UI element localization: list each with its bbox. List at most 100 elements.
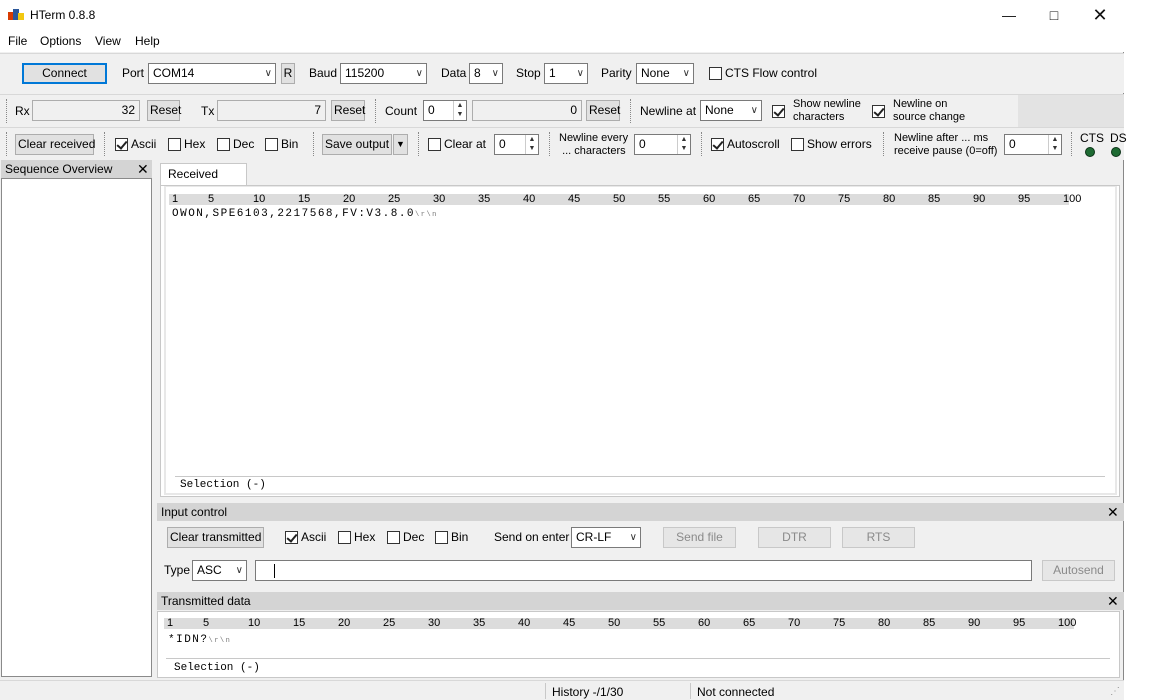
close-window-icon[interactable]: ✕ <box>1077 0 1123 30</box>
toolbar-grip[interactable] <box>418 132 421 156</box>
bin-checkbox[interactable] <box>265 138 278 151</box>
ruler-tick-label: 90 <box>968 617 981 629</box>
save-output-dropdown-icon[interactable]: ▼ <box>393 134 408 155</box>
clear-at-spinner[interactable]: 0 ▲ ▼ <box>494 134 539 155</box>
ruler-tick-label: 80 <box>883 193 896 205</box>
toolbar-grip[interactable] <box>6 99 9 123</box>
transmitted-line-text: *IDN? <box>168 634 209 646</box>
type-select[interactable]: ASC ∨ <box>192 560 247 581</box>
stop-bits-select[interactable]: 1 ∨ <box>544 63 588 84</box>
newline-every-spinner[interactable]: 0 ▲ ▼ <box>634 134 691 155</box>
toolbar-grip[interactable] <box>375 99 378 123</box>
show-errors-checkbox[interactable] <box>791 138 804 151</box>
transmitted-selection: Selection (-) <box>174 662 260 674</box>
rx-reset-button[interactable]: Reset <box>147 100 181 121</box>
toolbar-empty-area <box>1018 95 1124 127</box>
autosend-button[interactable]: Autosend <box>1042 560 1115 581</box>
connect-button[interactable]: Connect <box>22 63 107 84</box>
parity-value: None <box>641 66 670 80</box>
newline-after-spinner[interactable]: 0 ▲ ▼ <box>1004 134 1062 155</box>
tx-bin-label: Bin <box>451 530 469 544</box>
received-data-area[interactable]: 1 5 10 15 20 25 30 35 40 45 50 55 60 65 70 75 80 85 90 95 10… <box>160 185 1120 497</box>
data-bits-select[interactable]: 8 ∨ <box>469 63 503 84</box>
menu-view[interactable]: View <box>95 34 121 48</box>
tx-dec-checkbox[interactable] <box>387 531 400 544</box>
menu-help[interactable]: Help <box>135 34 160 48</box>
title-bar: HTerm 0.8.8 — □ ✕ <box>0 0 1124 30</box>
close-sequence-icon[interactable]: ✕ <box>137 162 149 176</box>
count-spinner[interactable]: 0 ▲ ▼ <box>423 100 467 121</box>
tx-ascii-checkbox[interactable] <box>285 531 298 544</box>
received-line[interactable]: OWON,SPE6103,2217568,FV:V3.8.0\r\n <box>172 208 438 220</box>
chevron-down-icon: ∨ <box>264 68 272 79</box>
close-transmitted-icon[interactable]: ✕ <box>1107 594 1119 608</box>
tx-reset-button[interactable]: Reset <box>331 100 365 121</box>
send-input-field[interactable] <box>255 560 1032 581</box>
newline-source-label-line1: Newline on <box>893 98 948 110</box>
received-line-text: OWON,SPE6103,2217568,FV:V3.8.0 <box>172 208 416 220</box>
show-newline-checkbox[interactable] <box>772 105 785 118</box>
tx-hex-checkbox[interactable] <box>338 531 351 544</box>
display-toolbar: Clear received Ascii Hex Dec Bin Save ou… <box>0 127 1127 160</box>
tx-hex-label: Hex <box>354 530 376 544</box>
tx-bin-checkbox[interactable] <box>435 531 448 544</box>
hex-checkbox[interactable] <box>168 138 181 151</box>
ruler-tick-label: 45 <box>568 193 581 205</box>
dec-checkbox[interactable] <box>217 138 230 151</box>
cts-flow-checkbox[interactable] <box>709 67 722 80</box>
spinner-arrows-icon[interactable]: ▲ ▼ <box>453 101 466 120</box>
ruler-tick-label: 95 <box>1018 193 1031 205</box>
newline-every-value: 0 <box>639 137 646 151</box>
minimize-icon[interactable]: — <box>986 0 1032 30</box>
resize-grip-icon[interactable]: ⋰ <box>1110 686 1120 697</box>
show-newline-label-line1: Show newline <box>793 98 861 110</box>
ruler-tick-label: 85 <box>923 617 936 629</box>
dsr-status-led-icon <box>1111 147 1121 157</box>
toolbar-grip[interactable] <box>104 132 107 156</box>
newline-at-select[interactable]: None ∨ <box>700 100 762 121</box>
toolbar-grip[interactable] <box>549 132 552 156</box>
refresh-ports-button[interactable]: R <box>281 63 295 84</box>
toolbar-grip[interactable] <box>883 132 886 156</box>
ascii-checkbox[interactable] <box>115 138 128 151</box>
toolbar-grip[interactable] <box>1071 132 1074 156</box>
toolbar-grip[interactable] <box>313 132 316 156</box>
spinner-arrows-icon[interactable]: ▲ ▼ <box>1048 135 1061 154</box>
toolbar-grip[interactable] <box>6 132 9 156</box>
baud-select[interactable]: 115200 ∨ <box>340 63 427 84</box>
ruler-tick-label: 65 <box>748 193 761 205</box>
ruler-tick-label: 60 <box>698 617 711 629</box>
toolbar-grip[interactable] <box>701 132 704 156</box>
transmitted-line-end: \r\n <box>208 637 232 645</box>
sequence-list[interactable] <box>1 178 152 677</box>
clear-at-checkbox[interactable] <box>428 138 441 151</box>
transmitted-line[interactable]: *IDN?\r\n <box>168 634 231 646</box>
clear-received-button[interactable]: Clear received <box>15 134 95 155</box>
port-label: Port <box>122 66 145 80</box>
transmitted-data-area[interactable]: 1 5 10 15 20 25 30 35 40 45 50 55 60 65 70 75 80 85 90 95 10… <box>157 611 1120 678</box>
clear-at-value: 0 <box>499 137 506 151</box>
menu-file[interactable]: File <box>8 34 27 48</box>
port-select[interactable]: COM14 ∨ <box>148 63 276 84</box>
close-input-control-icon[interactable]: ✕ <box>1107 505 1119 519</box>
clear-transmitted-button[interactable]: Clear transmitted <box>167 527 264 548</box>
parity-select[interactable]: None ∨ <box>636 63 694 84</box>
newline-source-checkbox[interactable] <box>872 105 885 118</box>
ruler-tick-label: 85 <box>928 193 941 205</box>
tab-received-data[interactable]: Received Data <box>160 163 247 202</box>
received-line-end: \r\n <box>415 211 438 219</box>
send-file-button[interactable]: Send file <box>663 527 736 548</box>
autoscroll-checkbox[interactable] <box>711 138 724 151</box>
save-output-button[interactable]: Save output <box>322 134 392 155</box>
spinner-arrows-icon[interactable]: ▲ ▼ <box>525 135 538 154</box>
send-on-enter-select[interactable]: CR-LF ∨ <box>571 527 641 548</box>
rx-count-field: 32 <box>32 100 140 121</box>
count-reset-button[interactable]: Reset <box>586 100 620 121</box>
rts-button[interactable]: RTS <box>842 527 915 548</box>
menu-options[interactable]: Options <box>40 34 81 48</box>
input-control-title: Input control <box>157 503 1124 521</box>
maximize-icon[interactable]: □ <box>1031 0 1077 30</box>
toolbar-grip[interactable] <box>630 99 633 123</box>
spinner-arrows-icon[interactable]: ▲ ▼ <box>677 135 690 154</box>
dtr-button[interactable]: DTR <box>758 527 831 548</box>
